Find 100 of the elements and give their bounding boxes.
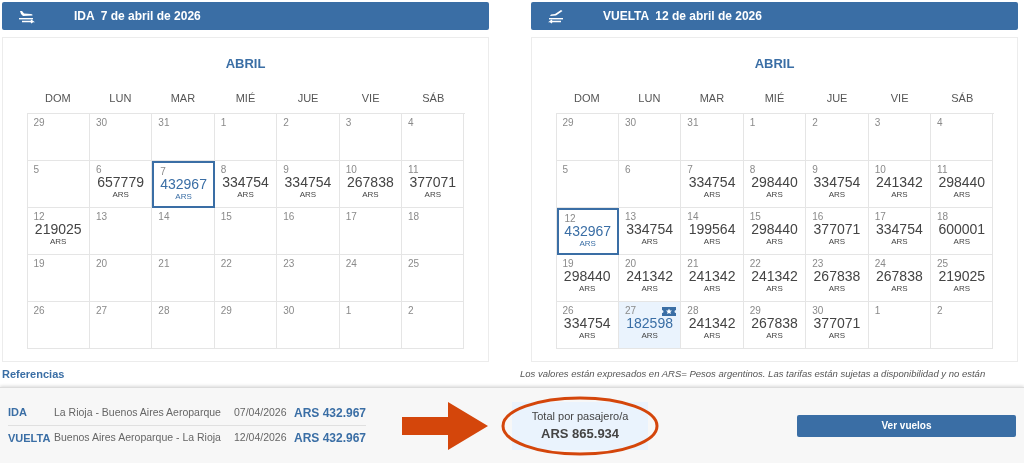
- calendar-day[interactable]: 25: [402, 255, 465, 302]
- calendar-day[interactable]: 1: [339, 302, 403, 349]
- calendar-day[interactable]: 17 334754 ARS: [868, 208, 932, 255]
- day-number: 3: [344, 116, 352, 128]
- calendar-day[interactable]: 20: [89, 255, 153, 302]
- calendar-day[interactable]: 16: [277, 208, 340, 255]
- price: 334754: [813, 175, 861, 190]
- day-number: 11: [936, 163, 948, 175]
- calendar-day[interactable]: 2: [277, 114, 340, 161]
- weekday-label: MIÉ: [234, 91, 257, 106]
- calendar-day[interactable]: 5: [556, 161, 619, 208]
- calendar-day[interactable]: 1: [743, 114, 807, 161]
- currency: ARS: [237, 190, 254, 200]
- calendar-day[interactable]: 11 377071 ARS: [402, 161, 465, 208]
- price: 241342: [688, 316, 736, 331]
- calendar-day[interactable]: 9 334754 ARS: [277, 161, 340, 208]
- calendar-day[interactable]: 8 334754 ARS: [214, 161, 278, 208]
- calendar-day[interactable]: 2: [931, 302, 994, 349]
- day-number: 8: [219, 163, 227, 175]
- calendar-day[interactable]: 25 219025 ARS: [931, 255, 994, 302]
- calendar-day[interactable]: 14: [152, 208, 215, 255]
- calendar-day[interactable]: 27: [89, 302, 153, 349]
- calendar-day[interactable]: 20 241342 ARS: [618, 255, 682, 302]
- calendar-day[interactable]: 30: [277, 302, 340, 349]
- calendar-day[interactable]: 18: [402, 208, 465, 255]
- calendar-day[interactable]: 22: [214, 255, 278, 302]
- calendar-day[interactable]: 16 377071 ARS: [806, 208, 869, 255]
- calendar-day[interactable]: 27 182598 ARS: [618, 302, 682, 349]
- calendar-day[interactable]: 29: [27, 114, 90, 161]
- calendar-day[interactable]: 19 298440 ARS: [556, 255, 619, 302]
- calendar-day[interactable]: 1: [214, 114, 278, 161]
- leg-route: La Rioja - Buenos Aires Aeroparque: [54, 404, 222, 420]
- day-number: 29: [219, 304, 232, 316]
- calendar-day[interactable]: 23 267838 ARS: [806, 255, 869, 302]
- currency: ARS: [953, 284, 970, 294]
- calendar-day[interactable]: 10 241342 ARS: [868, 161, 932, 208]
- calendar-day[interactable]: 13: [89, 208, 153, 255]
- day-number: 22: [219, 257, 232, 269]
- calendar-day[interactable]: 29: [214, 302, 278, 349]
- calendar-day[interactable]: 21: [152, 255, 215, 302]
- calendar-day[interactable]: 26 334754 ARS: [556, 302, 619, 349]
- currency: ARS: [766, 190, 783, 200]
- price: 241342: [751, 269, 798, 284]
- calendar-day[interactable]: 30: [618, 114, 682, 161]
- calendar-day[interactable]: 12 219025 ARS: [27, 208, 90, 255]
- trip-date: 12 de abril de 2026: [655, 8, 762, 25]
- calendar-day[interactable]: 6: [618, 161, 682, 208]
- calendar-day[interactable]: 8 298440 ARS: [743, 161, 807, 208]
- calendar-day[interactable]: 19: [27, 255, 90, 302]
- calendar-day[interactable]: 6 657779 ARS: [89, 161, 153, 208]
- calendar-day[interactable]: 24: [339, 255, 403, 302]
- calendar-day[interactable]: 9 334754 ARS: [806, 161, 869, 208]
- calendar-day[interactable]: 17: [339, 208, 403, 255]
- price: 182598: [626, 316, 673, 331]
- calendar-day[interactable]: 31: [152, 114, 215, 161]
- day-number: 30: [623, 116, 637, 128]
- calendar-day[interactable]: 11 298440 ARS: [931, 161, 994, 208]
- calendar-day[interactable]: 2: [806, 114, 869, 161]
- day-number: 29: [561, 116, 574, 128]
- calendar-day[interactable]: 26: [27, 302, 90, 349]
- calendar-day[interactable]: 30: [89, 114, 153, 161]
- currency: ARS: [891, 237, 908, 247]
- calendar-day[interactable]: 31: [681, 114, 744, 161]
- calendar-day[interactable]: 22 241342 ARS: [743, 255, 807, 302]
- calendar-day[interactable]: 30 377071 ARS: [806, 302, 869, 349]
- day-number: 24: [344, 257, 357, 269]
- currency: ARS: [299, 190, 317, 200]
- day-number: 28: [157, 304, 170, 316]
- day-number: 12: [563, 212, 576, 224]
- weekday-label: DOM: [572, 91, 601, 106]
- calendar-day[interactable]: 4: [931, 114, 994, 161]
- calendar-day[interactable]: 28: [152, 302, 215, 349]
- calendar-day[interactable]: 1: [868, 302, 932, 349]
- price: 334754: [688, 175, 736, 190]
- calendar-day[interactable]: 21 241342 ARS: [681, 255, 744, 302]
- calendar-day[interactable]: 10 267838 ARS: [339, 161, 403, 208]
- view-flights-button[interactable]: Ver vuelos: [797, 414, 1016, 437]
- calendar-day[interactable]: 29: [556, 114, 619, 161]
- calendar-day[interactable]: 23: [277, 255, 340, 302]
- calendar-day[interactable]: 15 298440 ARS: [743, 208, 807, 255]
- calendar-day[interactable]: 3: [339, 114, 403, 161]
- calendar-day[interactable]: 3: [868, 114, 932, 161]
- calendar-day[interactable]: 2: [402, 302, 465, 349]
- calendar-day[interactable]: 24 267838 ARS: [868, 255, 932, 302]
- calendar-day[interactable]: 29 267838 ARS: [743, 302, 807, 349]
- calendar-day[interactable]: 28 241342 ARS: [681, 302, 744, 349]
- calendar-day[interactable]: 13 334754 ARS: [618, 208, 682, 255]
- calendar-day[interactable]: 18 600001 ARS: [931, 208, 994, 255]
- calendar-day[interactable]: 14 199564 ARS: [681, 208, 744, 255]
- calendar-day[interactable]: 12 432967 ARS: [556, 208, 619, 255]
- calendar-day[interactable]: 7 334754 ARS: [681, 161, 744, 208]
- price: 377071: [813, 316, 861, 331]
- calendar-day[interactable]: 7 432967 ARS: [152, 161, 215, 208]
- calendar-day[interactable]: 5: [27, 161, 90, 208]
- day-number: 6: [623, 163, 631, 175]
- price: 334754: [626, 222, 673, 237]
- calendar-day[interactable]: 4: [402, 114, 465, 161]
- calendar-day[interactable]: 15: [214, 208, 278, 255]
- plane-departure-icon: [18, 8, 36, 24]
- leg-label: IDA: [8, 405, 28, 421]
